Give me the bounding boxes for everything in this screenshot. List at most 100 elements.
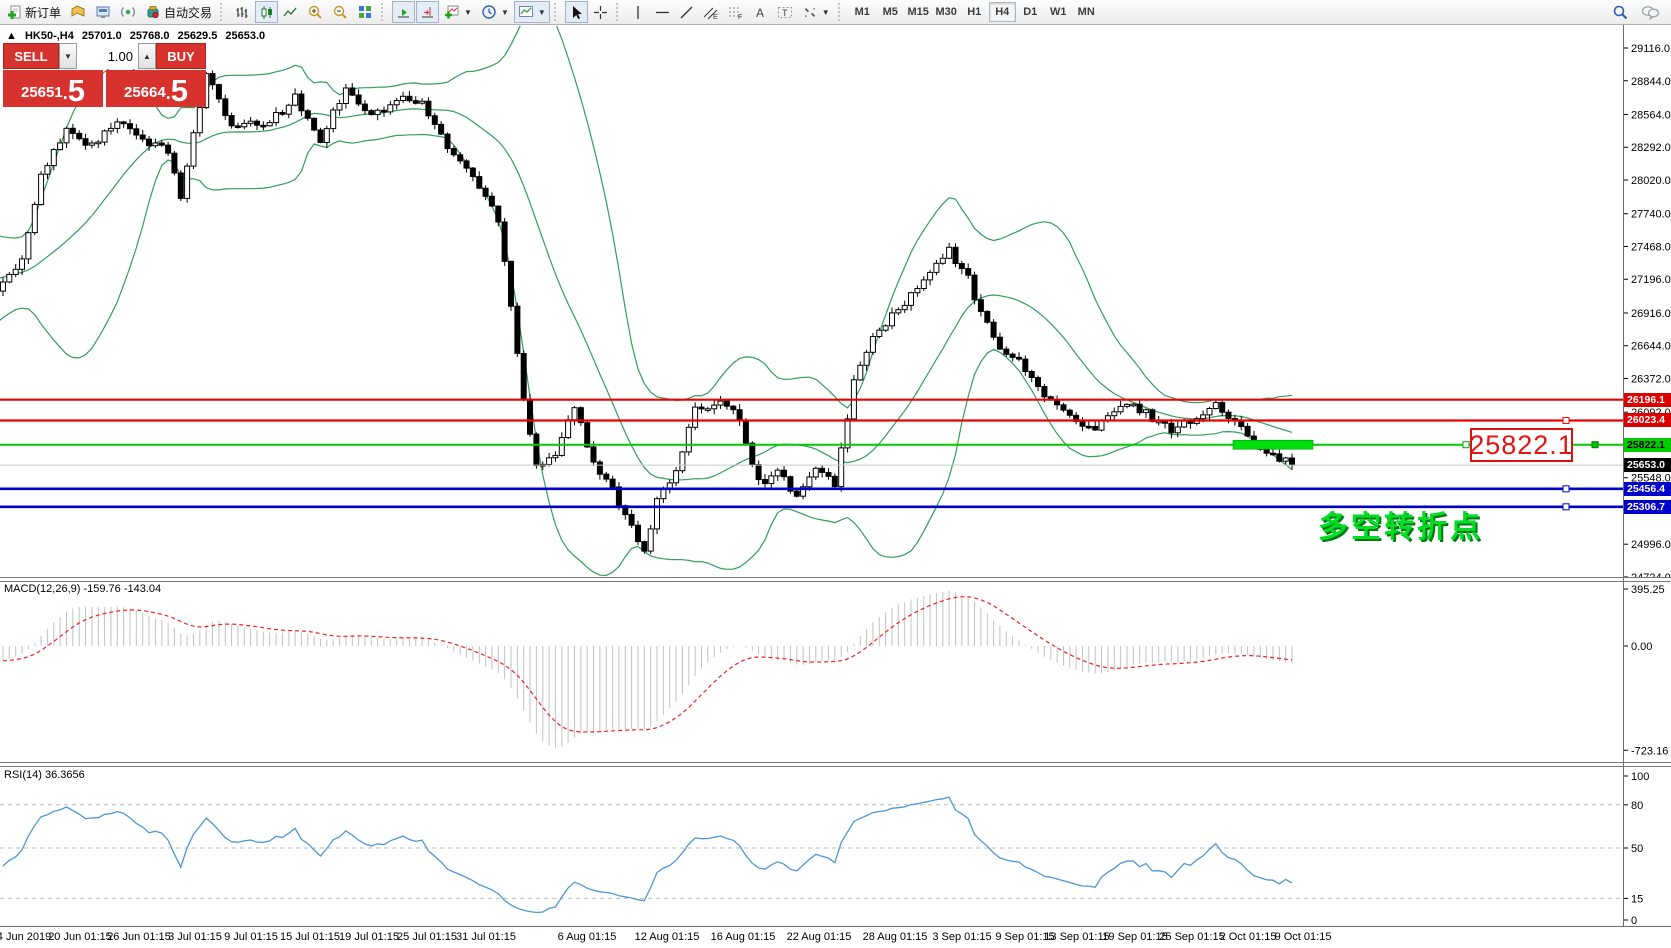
candle-body [1118,406,1123,411]
candle-body [458,155,463,161]
candle-body [940,258,945,263]
candle-body [693,407,698,427]
volume-increase-button[interactable]: ▲ [138,43,156,69]
pane-separator-main-macd[interactable] [0,577,1671,582]
candle-body [775,470,780,476]
candle-body [1061,405,1066,410]
ohlc-open: 25701.0 [82,30,122,42]
candle-body [375,110,380,114]
buy-price-main: 25664 [124,80,166,106]
candle-body [26,233,31,259]
sell-price-box[interactable]: 25651 . 5 [3,70,103,107]
candle-body [223,99,228,116]
volume-input[interactable]: 1.00 [77,43,138,69]
candle-body [496,206,501,222]
macd-tick-label: -723.16 [1631,745,1668,757]
hline-handle[interactable] [1563,504,1569,510]
sell-button[interactable]: SELL [3,43,59,69]
candle-body [58,143,63,150]
candle-body [470,168,475,177]
price-level-label-box[interactable]: 25822.1 [1470,428,1573,462]
price-axis-border [1623,25,1624,927]
buy-price-frac: 5 [171,76,188,106]
candle-body [953,247,958,263]
macd-tick-label: 0.00 [1631,641,1652,653]
candle-body [477,177,482,189]
candle-body [547,458,552,465]
price-badge-25456.4: 25456.4 [1624,482,1671,496]
ohlc-close: 25653.0 [225,30,265,42]
candle-body [597,462,602,474]
candle-body [585,423,590,447]
candle-body [1277,454,1282,461]
candle-body [991,322,996,337]
volume-decrease-button[interactable]: ▼ [59,43,77,69]
candle-body [877,330,882,336]
pane-separator-macd-rsi[interactable] [0,762,1671,767]
candle-body [636,525,641,541]
candle-body [845,419,850,448]
macd-pane[interactable] [3,591,1292,748]
price-tick-label: 28292.0 [1631,142,1671,154]
candle-body [172,153,177,173]
candle-body [820,468,825,472]
green-line-handle[interactable] [1463,442,1469,448]
candle-body [280,113,285,115]
time-axis-label: 9 Jul 01:15 [224,931,278,943]
candle-body [655,499,660,529]
hline-handle[interactable] [1563,486,1569,492]
candle-body [210,74,215,85]
candle-body [934,263,939,272]
candle-body [343,88,348,104]
candle-body [718,401,723,405]
candle-body [502,222,507,261]
green-line-handle[interactable] [1592,442,1598,448]
time-axis-label: 6 Aug 01:15 [558,931,617,943]
symbol-name: HK50-,H4 [25,30,74,42]
rsi-pane[interactable] [0,797,1623,912]
candle-body [572,408,577,420]
hline-handle[interactable] [1563,418,1569,424]
turning-point-annotation[interactable]: 多空转折点 [1318,502,1483,546]
candle-body [1086,426,1091,428]
collapse-arrow-icon[interactable]: ▲ [6,30,17,42]
candle-body [1029,372,1034,378]
candle-body [439,124,444,134]
candle-body [13,269,18,274]
one-click-trading-panel: SELL ▼ 1.00 ▲ BUY 25651 . 5 25664 . 5 [3,43,206,107]
price-badge-25822.1: 25822.1 [1624,438,1671,452]
candle-body [680,452,685,471]
candle-body [909,293,914,306]
time-axis-label: 20 Jun 01:15 [48,931,112,943]
time-axis-border [0,926,1671,927]
candle-body [318,130,323,143]
green-highlight-segment[interactable] [1233,440,1313,449]
candle-body [1207,409,1212,415]
candle-body [794,491,799,496]
candle-body [286,105,291,114]
candle-body [858,365,863,380]
candle-body [686,427,691,452]
price-tick-label: 27196.0 [1631,274,1671,286]
time-axis-label: 19 Sep 01:15 [1102,931,1167,943]
candle-body [699,407,704,409]
candle-body [1125,404,1130,406]
candle-body [978,300,983,312]
time-axis-label: 26 Jun 01:15 [107,931,171,943]
candle-body [705,409,710,411]
candle-body [32,204,37,232]
candle-body [147,139,152,146]
candle-body [1,282,6,291]
sell-price-main: 25651 [21,80,63,106]
candle-body [1080,421,1085,426]
candle-body [921,280,926,289]
candle-body [509,261,514,306]
candle-body [178,173,183,198]
chart-canvas[interactable]: 29116.028844.028564.028292.028020.027740… [0,0,1671,948]
candle-body [350,88,355,95]
buy-button[interactable]: BUY [156,43,206,69]
price-tick-label: 29116.0 [1631,43,1670,55]
buy-price-box[interactable]: 25664 . 5 [106,70,206,107]
candle-body [362,104,367,111]
candle-body [451,149,456,155]
